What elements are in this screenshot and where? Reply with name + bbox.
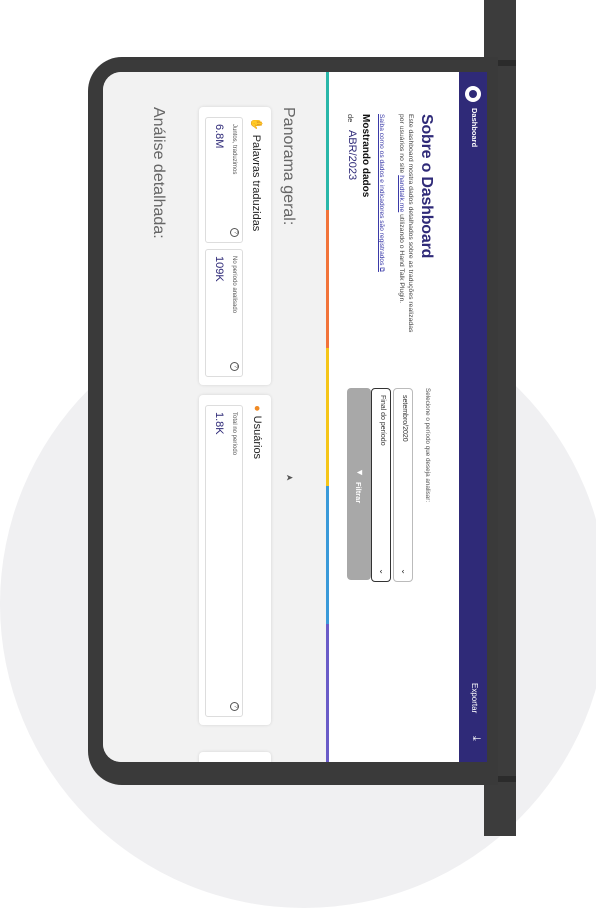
user-icon: ● (251, 405, 263, 412)
period-words-value: 109K (213, 256, 225, 282)
export-button[interactable]: Exportar (470, 683, 479, 713)
top-navigation-bar: Dashboard Exportar ⤓ (459, 72, 487, 762)
end-period-select[interactable]: Final do período ⌄ (371, 388, 391, 582)
help-icon[interactable]: ? (230, 362, 239, 371)
users-total-box: Total no período 1.8K ? (205, 405, 243, 717)
tablet-screen: Dashboard Exportar ⤓ Sobre o Dashboard E… (103, 72, 487, 762)
stripe-purple (326, 624, 329, 762)
chevron-down-icon: ⌄ (400, 568, 409, 575)
filter-icon: ▼ (355, 468, 365, 477)
total-words-value: 6.8M (213, 124, 225, 149)
words-card-title: Palavras traduzidas (250, 134, 262, 232)
mouse-cursor-icon: ➤ (285, 472, 294, 483)
stripe-orange (326, 210, 329, 348)
nav-title[interactable]: Dashboard (470, 108, 479, 147)
period-prefix: de (346, 114, 355, 123)
showing-data-heading: Mostrando dados (360, 114, 371, 198)
stripe-yellow (326, 348, 329, 486)
users-card-title: Usuários (251, 415, 263, 460)
hand-icon: ✋ (250, 117, 262, 131)
color-stripe (326, 72, 329, 762)
about-description: Este dashboard mostra dados detalhados s… (397, 114, 414, 333)
words-translated-card: ✋ Palavras traduzidas Juntos, traduzimos … (199, 107, 271, 385)
users-card: ● Usuários Total no período 1.8K ? (199, 395, 271, 725)
start-period-select[interactable]: setembro/2020 ⌄ (393, 388, 413, 582)
overview-title: Panorama geral: (280, 107, 297, 226)
handtalk-link[interactable]: handtalk.me (398, 175, 405, 212)
chevron-down-icon: ⌄ (378, 568, 387, 575)
page-title: Sobre o Dashboard (418, 114, 435, 259)
period-words-box: No período analisado 109K ? (205, 249, 243, 377)
detail-title: Análise detalhada: (150, 107, 167, 239)
download-icon[interactable]: ⤓ (469, 736, 482, 741)
hand-talk-logo-icon[interactable] (465, 86, 481, 102)
users-total-value: 1.8K (213, 412, 225, 435)
help-icon[interactable]: ? (230, 228, 239, 237)
data-info-link[interactable]: Saiba como os dados e indicadores são re… (377, 114, 385, 272)
current-period: ABR/2023 (346, 130, 358, 181)
stripe-blue (326, 486, 329, 624)
period-select-label: Selecione o período que deseja analisar: (424, 388, 431, 503)
dashboard-app: Dashboard Exportar ⤓ Sobre o Dashboard E… (103, 72, 487, 762)
filter-button[interactable]: ▼ Filtrar (347, 388, 371, 580)
total-words-box: Juntos, traduzimos 6.8M ? (205, 117, 243, 243)
help-icon[interactable]: ? (230, 702, 239, 711)
stripe-teal (326, 72, 329, 210)
next-card-partial (199, 752, 271, 762)
